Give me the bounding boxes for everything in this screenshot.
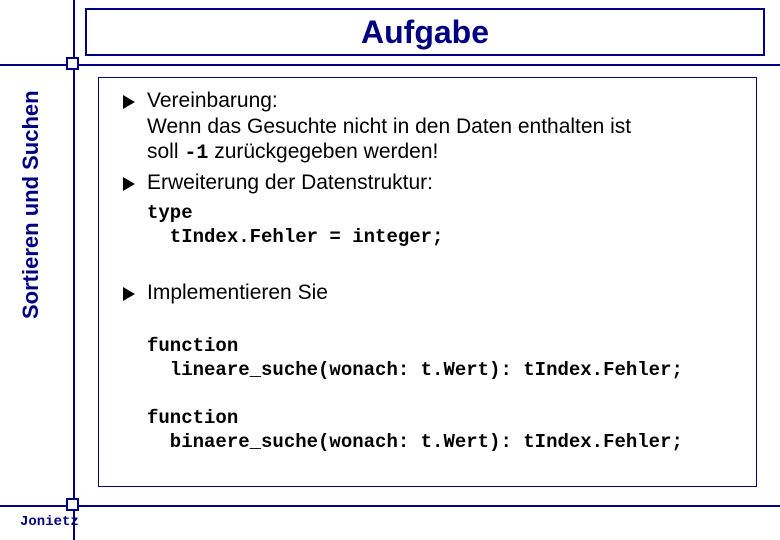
- node-square-top: [66, 57, 79, 70]
- triangle-right-icon: [121, 91, 141, 167]
- text: Vereinbarung:: [147, 89, 278, 112]
- title-box: Aufgabe: [85, 8, 765, 56]
- bullet-item-2: Erweiterung der Datenstruktur:: [121, 170, 738, 199]
- text: Wenn das Gesuchte nicht in den Daten ent…: [147, 115, 631, 138]
- inline-code: -1: [184, 142, 208, 165]
- bullet-text: Implementieren Sie: [147, 280, 738, 309]
- footer-author: Jonietz: [20, 514, 79, 530]
- bullet-item-3: Implementieren Sie: [121, 280, 738, 309]
- divider-vertical: [73, 0, 75, 540]
- triangle-right-icon: [121, 173, 141, 199]
- text: zurückgegeben werden!: [208, 140, 438, 163]
- divider-bottom: [0, 505, 780, 507]
- slide-title: Aufgabe: [361, 14, 489, 51]
- bullet-item-1: Vereinbarung: Wenn das Gesuchte nicht in…: [121, 88, 738, 167]
- code-block-type: type tIndex.Fehler = integer;: [147, 202, 738, 250]
- code-block-func2: function binaere_suche(wonach: t.Wert): …: [147, 407, 738, 455]
- bullet-text: Erweiterung der Datenstruktur:: [147, 170, 738, 199]
- text: soll: [147, 140, 184, 163]
- bullet-text: Vereinbarung: Wenn das Gesuchte nicht in…: [147, 88, 738, 167]
- content-box: Vereinbarung: Wenn das Gesuchte nicht in…: [98, 77, 757, 487]
- code-block-func1: function lineare_suche(wonach: t.Wert): …: [147, 335, 738, 383]
- divider-top: [0, 64, 780, 66]
- node-square-bottom: [66, 498, 79, 511]
- triangle-right-icon: [121, 283, 141, 309]
- sidebar-label: Sortieren und Suchen: [18, 84, 44, 325]
